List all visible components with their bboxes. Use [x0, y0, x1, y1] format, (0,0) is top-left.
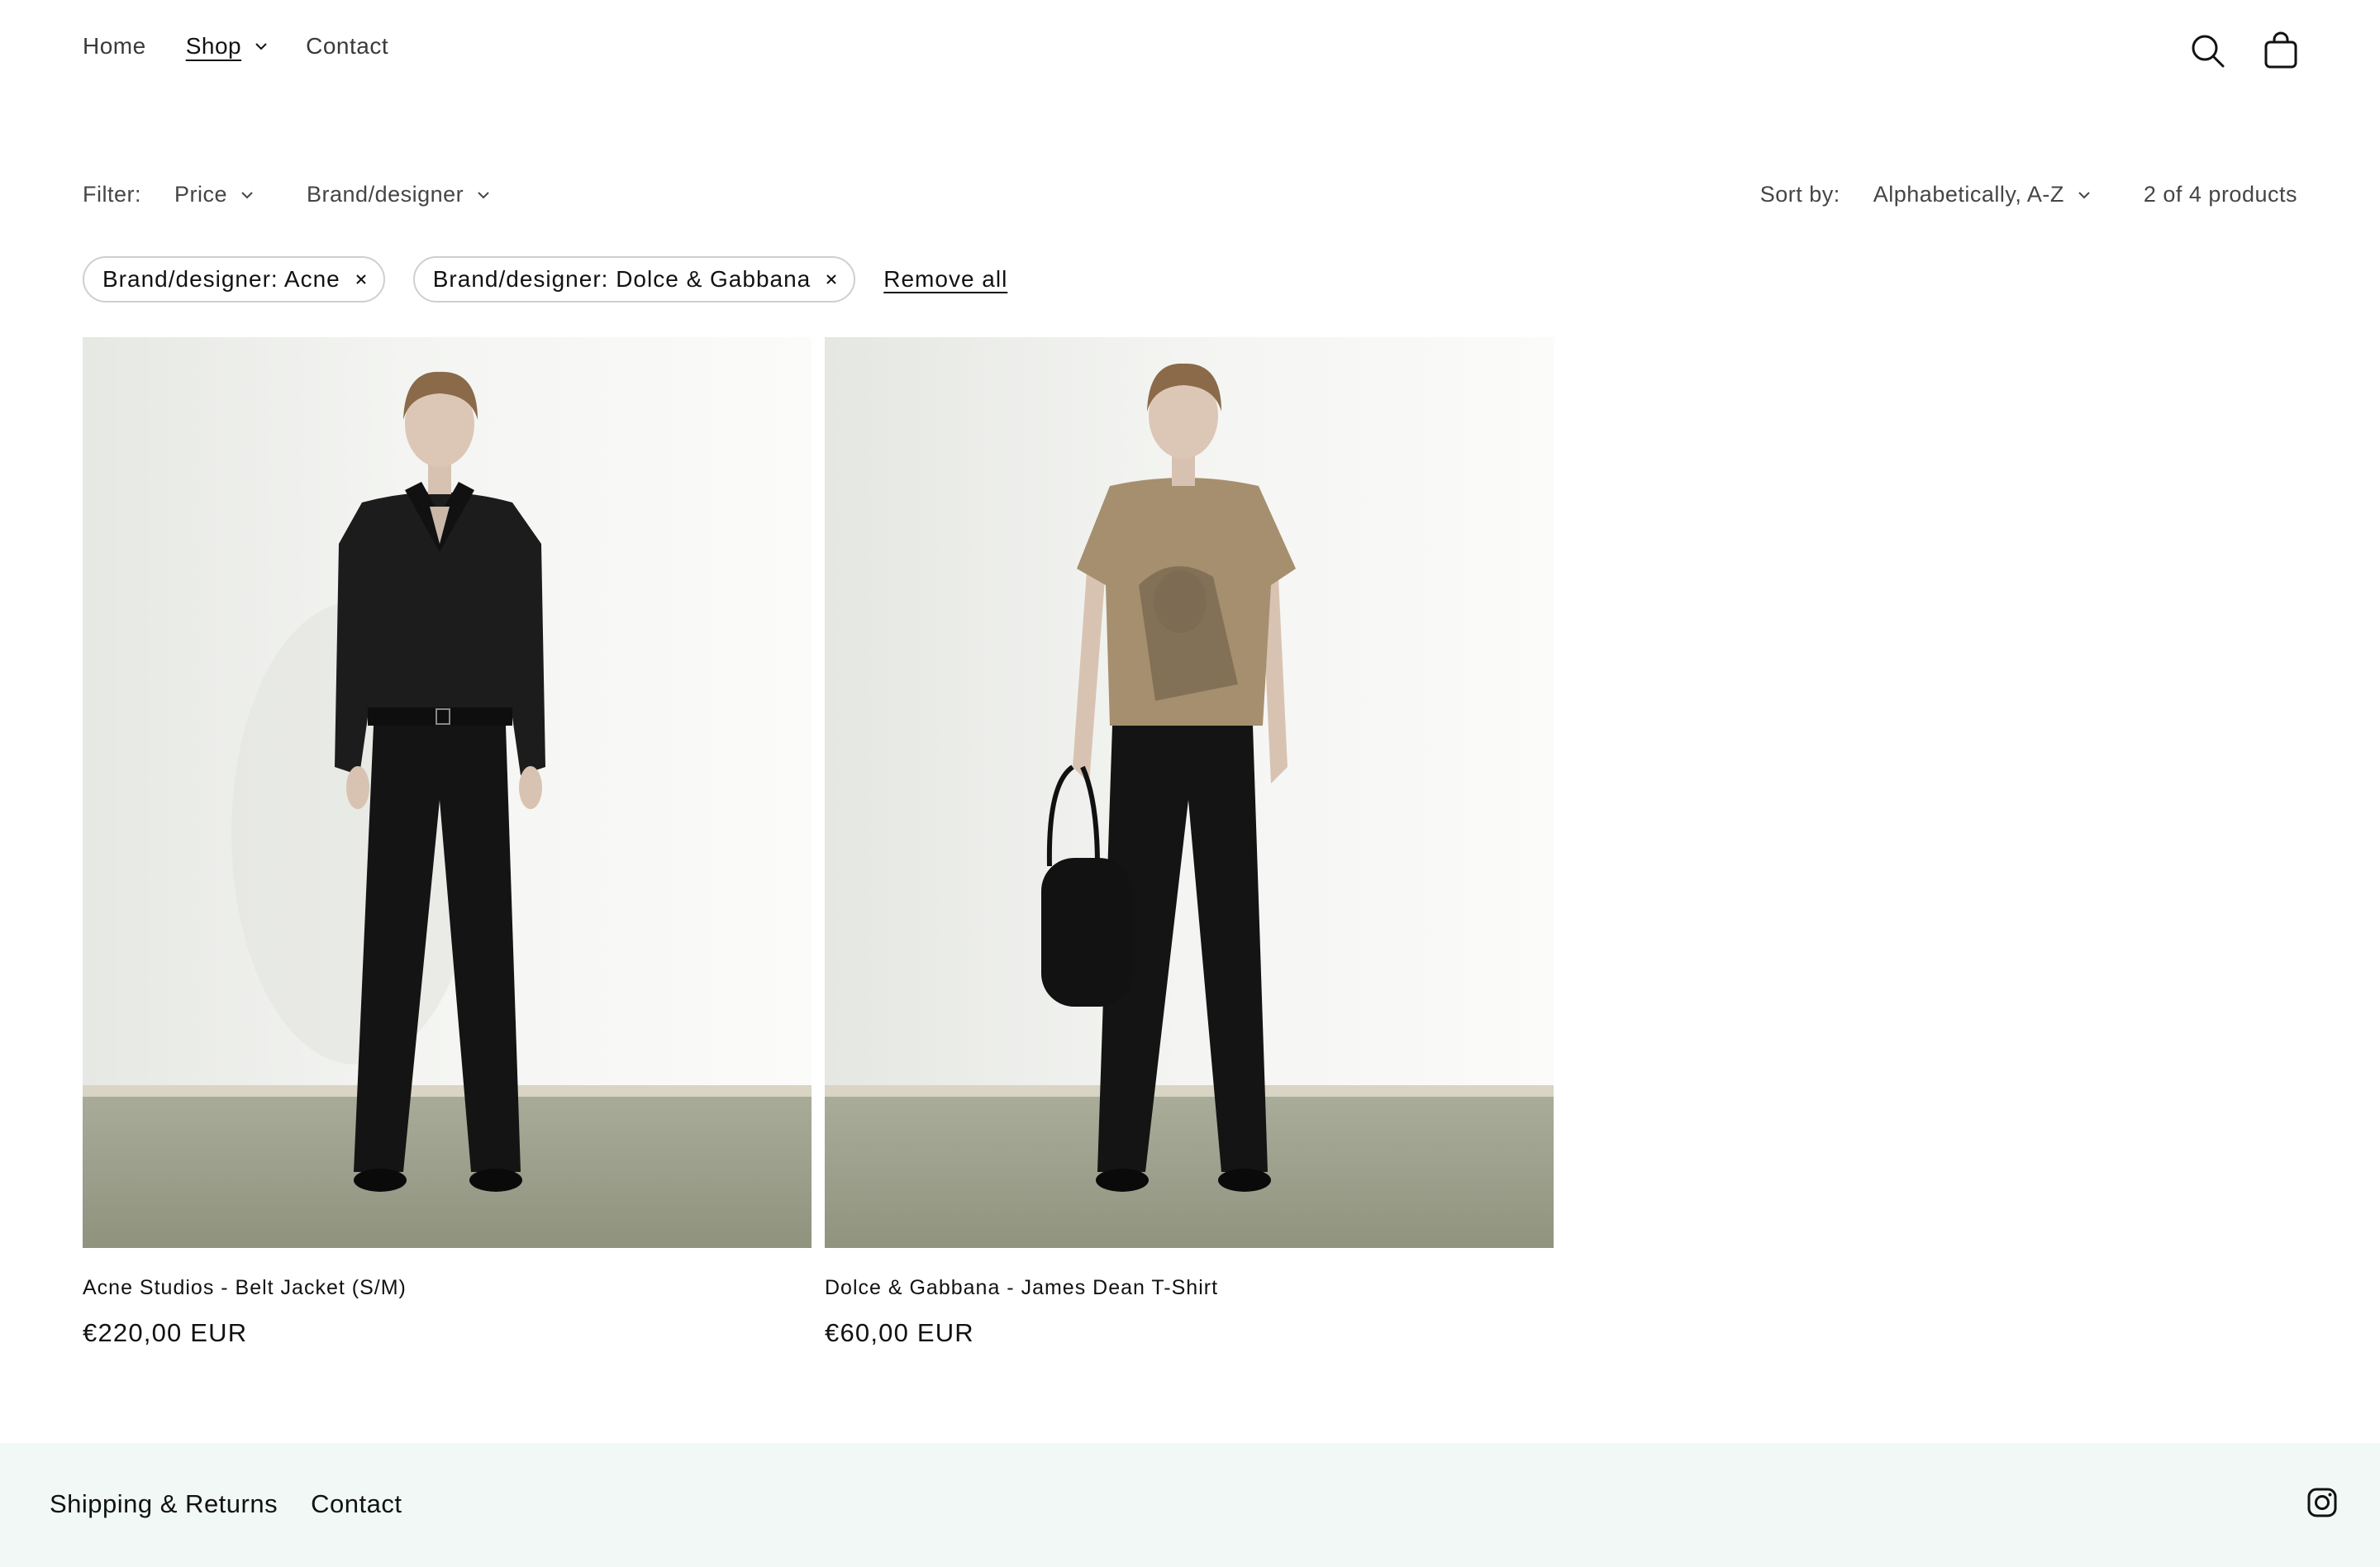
- remove-all-link[interactable]: Remove all: [883, 266, 1007, 293]
- sort-value: Alphabetically, A-Z: [1873, 182, 2064, 207]
- price-filter-label: Price: [174, 182, 228, 207]
- instagram-icon[interactable]: [2306, 1486, 2339, 1519]
- product-title[interactable]: Dolce & Gabbana - James Dean T-Shirt: [825, 1276, 1554, 1300]
- active-filter-chip[interactable]: Brand/designer: Acne: [83, 256, 385, 302]
- filter-label: Filter:: [83, 182, 141, 207]
- active-filter-chip[interactable]: Brand/designer: Dolce & Gabbana: [412, 256, 856, 302]
- filter-bar: Filter: Price Brand/designer Sort by: Al…: [83, 182, 2297, 218]
- site-footer: Shipping & Returns Contact: [0, 1443, 2380, 1567]
- sort-dropdown[interactable]: Alphabetically, A-Z: [1873, 182, 2092, 207]
- price-filter-dropdown[interactable]: Price: [174, 182, 255, 207]
- chevron-down-icon: [241, 191, 253, 198]
- chevron-down-icon: [2078, 191, 2090, 198]
- product-price: €60,00 EUR: [825, 1318, 974, 1347]
- brand-filter-dropdown[interactable]: Brand/designer: [307, 182, 492, 207]
- product-title[interactable]: Acne Studios - Belt Jacket (S/M): [83, 1276, 812, 1300]
- product-price: €220,00 EUR: [83, 1318, 248, 1347]
- footer-shipping-link[interactable]: Shipping & Returns: [50, 1489, 278, 1519]
- product-count: 2 of 4 products: [2143, 182, 2297, 207]
- nav-home-link[interactable]: Home: [83, 33, 146, 60]
- product-image[interactable]: [83, 337, 812, 1248]
- site-header: Home Shop Contact: [0, 0, 2380, 107]
- cart-icon[interactable]: [2261, 31, 2301, 71]
- close-icon[interactable]: [824, 272, 839, 287]
- brand-filter-label: Brand/designer: [307, 182, 464, 207]
- product-card[interactable]: Dolce & Gabbana - James Dean T-Shirt €60…: [825, 337, 1554, 1348]
- chevron-down-icon: [478, 191, 489, 198]
- sort-label: Sort by:: [1759, 182, 1840, 207]
- product-card[interactable]: Acne Studios - Belt Jacket (S/M) €220,00…: [83, 337, 812, 1348]
- nav-shop-label: Shop: [185, 33, 242, 59]
- footer-contact-link[interactable]: Contact: [311, 1489, 402, 1519]
- nav-contact-link[interactable]: Contact: [306, 33, 388, 60]
- filter-group: Filter: Price Brand/designer: [83, 182, 492, 207]
- sort-group: Sort by: Alphabetically, A-Z 2 of 4 prod…: [1760, 182, 2297, 207]
- search-icon[interactable]: [2188, 31, 2228, 71]
- main-nav: Home Shop Contact: [83, 33, 388, 60]
- chip-label: Brand/designer: Dolce & Gabbana: [432, 266, 812, 292]
- nav-shop-dropdown[interactable]: Shop: [186, 33, 269, 60]
- close-icon[interactable]: [354, 272, 369, 287]
- product-image[interactable]: [825, 337, 1554, 1248]
- chevron-down-icon: [255, 43, 267, 50]
- chip-label: Brand/designer: Acne: [102, 266, 340, 292]
- footer-links: Shipping & Returns Contact: [50, 1489, 435, 1519]
- active-filters: Brand/designer: Acne Brand/designer: Dol…: [83, 256, 1007, 302]
